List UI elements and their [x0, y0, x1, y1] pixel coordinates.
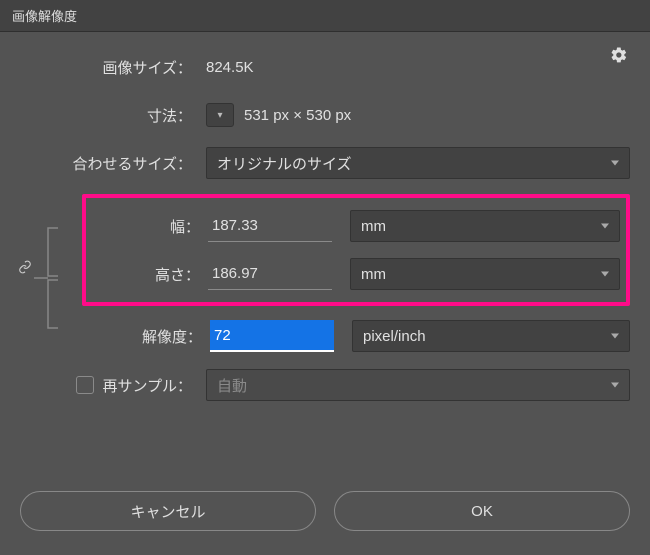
width-label: 幅： [92, 216, 208, 237]
image-size-dialog: 画像解像度 画像サイズ： 824.5K 寸法： ▾ 531 px × 530 p… [0, 0, 650, 555]
resolution-input[interactable] [210, 320, 334, 352]
width-unit-select[interactable]: mm [350, 210, 620, 242]
resample-label: 再サンプル： [102, 375, 192, 396]
fit-to-value: オリジナルのサイズ [217, 153, 352, 174]
cancel-button-label: キャンセル [130, 501, 205, 522]
fit-to-label: 合わせるサイズ： [20, 153, 200, 174]
fit-to-select[interactable]: オリジナルのサイズ [206, 147, 630, 179]
resolution-unit-value: pixel/inch [363, 328, 426, 345]
width-unit-value: mm [361, 218, 386, 235]
chain-icon [18, 260, 32, 277]
constrain-link[interactable] [20, 194, 82, 360]
dialog-content: 画像サイズ： 824.5K 寸法： ▾ 531 px × 530 px 合わせる… [0, 32, 650, 473]
image-size-label: 画像サイズ： [20, 57, 200, 78]
resolution-unit-select[interactable]: pixel/inch [352, 320, 630, 352]
dialog-title: 画像解像度 [0, 0, 650, 32]
link-bracket-icon [24, 206, 78, 348]
dialog-footer: キャンセル OK [0, 473, 650, 555]
resample-method-value: 自動 [217, 375, 247, 396]
dimensions-label: 寸法： [20, 105, 200, 126]
image-size-value: 824.5K [200, 59, 254, 76]
dimensions-value: 531 px × 530 px [244, 107, 351, 124]
resolution-label: 解像度： [82, 326, 210, 347]
height-label: 高さ： [92, 264, 208, 285]
ok-button[interactable]: OK [334, 491, 630, 531]
width-height-highlight: 幅： mm 高さ： mm [82, 194, 630, 306]
resample-method-select: 自動 [206, 369, 630, 401]
height-unit-select[interactable]: mm [350, 258, 620, 290]
dimensions-unit-toggle[interactable]: ▾ [206, 103, 234, 127]
height-unit-value: mm [361, 266, 386, 283]
height-input[interactable] [208, 258, 332, 290]
resample-checkbox[interactable] [76, 376, 94, 394]
gear-icon[interactable] [610, 46, 628, 69]
chevron-down-icon: ▾ [217, 110, 222, 121]
ok-button-label: OK [471, 503, 493, 520]
cancel-button[interactable]: キャンセル [20, 491, 316, 531]
width-input[interactable] [208, 210, 332, 242]
